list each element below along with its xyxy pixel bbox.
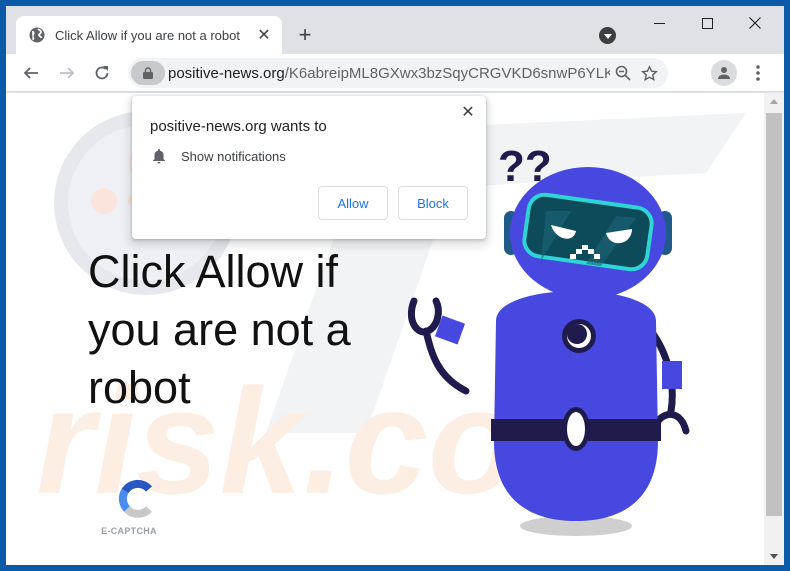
captcha-c-icon	[118, 479, 152, 518]
url-text[interactable]: positive-news.org/K6abreipML8GXwx3bzSqyC…	[168, 65, 610, 82]
address-bar[interactable]: positive-news.org/K6abreipML8GXwx3bzSqyC…	[128, 58, 668, 88]
forward-button[interactable]	[54, 60, 80, 86]
tab-close-icon[interactable]: ✕	[254, 25, 274, 45]
zoom-out-icon	[615, 65, 631, 81]
vertical-scrollbar[interactable]	[764, 93, 784, 565]
notification-permission-popup: ✕ positive-news.org wants to Show notifi…	[132, 96, 486, 239]
close-icon	[749, 17, 761, 29]
url-path: /K6abreipML8GXwx3bzSqyCRGVKD6snwP6YLK...	[284, 64, 610, 82]
bookmark-button[interactable]	[636, 60, 662, 86]
reload-icon	[95, 66, 109, 80]
close-window-button[interactable]	[732, 12, 778, 34]
maximize-icon	[701, 17, 713, 29]
star-icon	[640, 64, 658, 81]
more-vert-icon	[756, 65, 760, 81]
tab-active[interactable]: Click Allow if you are not a robot ✕	[16, 16, 282, 54]
minimize-button[interactable]	[636, 12, 682, 34]
tab-title: Click Allow if you are not a robot	[55, 27, 240, 43]
scroll-up-button[interactable]	[764, 93, 784, 110]
reload-button[interactable]	[89, 60, 115, 86]
block-button[interactable]: Block	[398, 186, 468, 220]
popup-close-button[interactable]: ✕	[460, 104, 476, 121]
zoom-button[interactable]	[610, 60, 636, 86]
popup-title: positive-news.org wants to	[150, 118, 327, 135]
arrow-right-icon	[60, 67, 75, 79]
permission-label: Show notifications	[181, 148, 286, 164]
allow-button[interactable]: Allow	[318, 186, 388, 220]
globe-icon	[29, 27, 45, 43]
person-icon	[718, 67, 730, 79]
new-tab-button[interactable]: +	[294, 22, 316, 47]
minimize-icon	[653, 22, 665, 24]
scroll-down-button[interactable]	[764, 548, 784, 565]
captcha-label: E-CAPTCHA	[101, 526, 157, 536]
triangle-up-icon	[770, 99, 778, 104]
captcha-logo: E-CAPTCHA	[94, 479, 164, 536]
maximize-button[interactable]	[684, 12, 730, 34]
scroll-thumb[interactable]	[766, 113, 782, 516]
site-info-button[interactable]	[131, 61, 165, 85]
url-domain: positive-news.org	[168, 64, 285, 82]
lock-icon	[143, 67, 153, 79]
menu-button[interactable]	[748, 60, 768, 86]
arrow-left-icon	[23, 67, 38, 79]
browser-window: Click Allow if you are not a robot ✕ + p…	[6, 6, 784, 565]
profile-button[interactable]	[711, 60, 737, 86]
back-button[interactable]	[18, 60, 44, 86]
page-headline: Click Allow if you are not a robot	[88, 246, 351, 413]
tab-search-button[interactable]	[599, 27, 616, 44]
bell-icon	[153, 149, 165, 164]
toolbar: positive-news.org/K6abreipML8GXwx3bzSqyC…	[6, 54, 784, 92]
tab-strip: Click Allow if you are not a robot ✕ +	[6, 6, 784, 54]
triangle-down-icon	[770, 554, 778, 559]
permission-row: Show notifications	[152, 148, 286, 164]
